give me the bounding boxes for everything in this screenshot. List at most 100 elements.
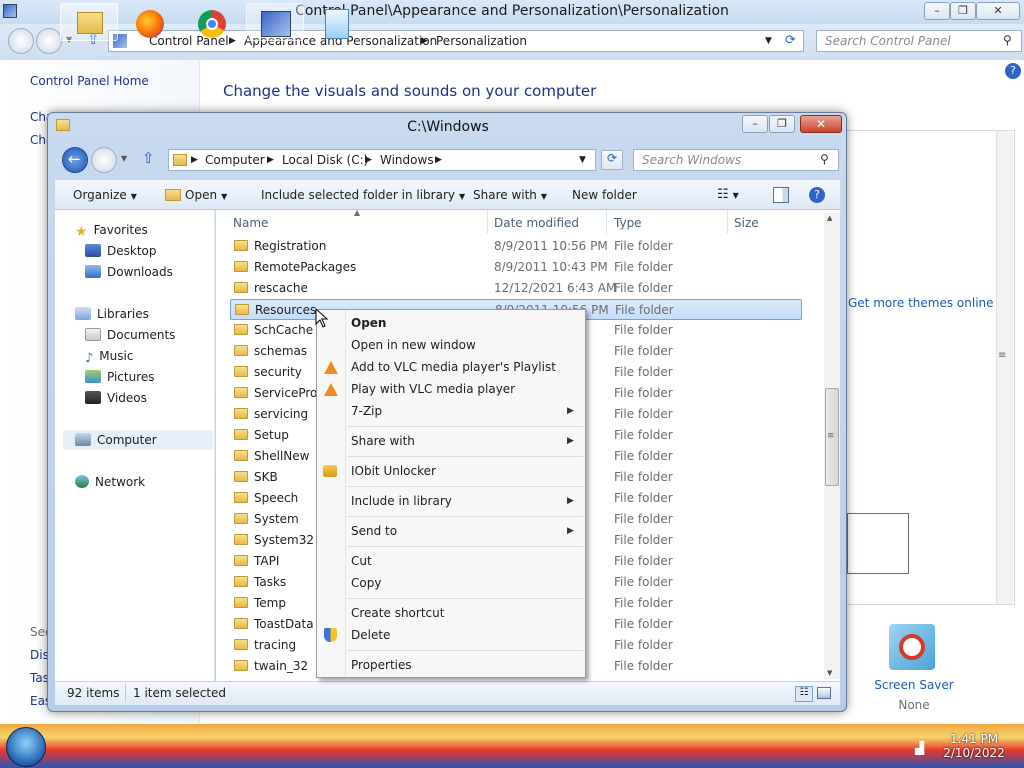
nav-documents[interactable]: Documents bbox=[85, 328, 175, 342]
column-header-name[interactable]: Name bbox=[233, 216, 268, 230]
view-options-icon[interactable]: ☷ ▼ bbox=[717, 187, 739, 202]
include-in-library-button[interactable]: Include selected folder in library ▼ bbox=[261, 188, 465, 202]
file-row[interactable]: rescache 12/12/2021 6:43 AM File folder bbox=[230, 278, 802, 299]
large-icons-view-icon[interactable] bbox=[817, 687, 831, 699]
search-icon[interactable]: ⚲ bbox=[1003, 33, 1012, 47]
taskbar-notepad-button[interactable] bbox=[308, 3, 366, 41]
breadcrumb-separator-icon[interactable]: ▶ bbox=[267, 155, 274, 165]
ex-recent-pages-icon[interactable]: ▼ bbox=[121, 154, 127, 163]
scroll-grip-icon[interactable]: ≡ bbox=[998, 350, 1006, 361]
menu-item-include-in-library[interactable]: Include in library bbox=[351, 494, 452, 508]
column-divider[interactable] bbox=[606, 210, 607, 234]
ex-close-button[interactable]: ✕ bbox=[800, 115, 842, 133]
menu-item-open[interactable]: Open bbox=[351, 316, 386, 330]
clock-date: 2/10/2022 bbox=[943, 746, 1005, 760]
menu-item-properties[interactable]: Properties bbox=[351, 658, 412, 672]
menu-item-create-shortcut[interactable]: Create shortcut bbox=[351, 606, 444, 620]
ex-breadcrumb-windows[interactable]: Windows bbox=[380, 153, 434, 167]
file-row[interactable]: Registration 8/9/2011 10:56 PM File folder bbox=[230, 236, 802, 257]
menu-item-cut[interactable]: Cut bbox=[351, 554, 372, 568]
ex-address-bar[interactable]: ▶ Computer ▶ Local Disk (C:) ▶ Windows ▶… bbox=[168, 149, 596, 171]
menu-item-open-new-window[interactable]: Open in new window bbox=[351, 338, 476, 352]
file-type: File folder bbox=[614, 596, 673, 610]
breadcrumb-separator-icon[interactable]: ▶ bbox=[435, 155, 442, 165]
taskbar-clock[interactable]: 1:41 PM 2/10/2022 bbox=[936, 732, 1012, 760]
nav-network[interactable]: Network bbox=[75, 475, 145, 489]
screen-saver-label[interactable]: Screen Saver bbox=[872, 678, 956, 692]
column-header-type[interactable]: Type bbox=[614, 216, 642, 230]
column-header-date[interactable]: Date modified bbox=[494, 216, 579, 230]
cp-restore-button[interactable]: ❐ bbox=[950, 2, 976, 20]
ex-minimize-button[interactable]: – bbox=[742, 115, 768, 133]
menu-item-7zip[interactable]: 7-Zip bbox=[351, 404, 382, 418]
breadcrumb-separator-icon[interactable]: ▶ bbox=[365, 155, 372, 165]
network-tray-icon[interactable]: ▟ bbox=[915, 741, 924, 755]
organize-button[interactable]: Organize ▼ bbox=[73, 188, 137, 202]
cp-refresh-icon[interactable]: ⟳ bbox=[785, 33, 796, 48]
scroll-down-icon[interactable]: ▼ bbox=[827, 669, 832, 677]
column-divider[interactable] bbox=[487, 210, 488, 234]
search-icon[interactable]: ⚲ bbox=[820, 152, 829, 166]
ex-refresh-icon[interactable]: ⟳ bbox=[601, 150, 623, 170]
share-with-button[interactable]: Share with ▼ bbox=[473, 188, 547, 202]
computer-icon bbox=[75, 433, 91, 446]
menu-item-vlc-add-playlist[interactable]: Add to VLC media player's Playlist bbox=[351, 360, 556, 374]
nav-downloads[interactable]: Downloads bbox=[85, 265, 173, 279]
ex-search-box[interactable]: Search Windows ⚲ bbox=[633, 149, 839, 171]
file-name: Speech bbox=[254, 491, 299, 505]
taskbar-firefox-button[interactable] bbox=[122, 3, 180, 41]
ex-forward-button[interactable] bbox=[91, 147, 117, 173]
folder-icon bbox=[234, 618, 248, 629]
breadcrumb-separator-icon[interactable]: ▶ bbox=[191, 155, 198, 165]
menu-item-share-with[interactable]: Share with bbox=[351, 434, 415, 448]
cp-home-link[interactable]: Control Panel Home bbox=[30, 74, 149, 88]
uac-shield-icon bbox=[324, 628, 337, 642]
cp-theme-scrollbar[interactable] bbox=[996, 131, 1013, 604]
ex-breadcrumb-local-disk[interactable]: Local Disk (C:) bbox=[282, 153, 368, 167]
menu-item-send-to[interactable]: Send to bbox=[351, 524, 397, 538]
nav-favorites[interactable]: ★ Favorites bbox=[75, 223, 148, 240]
cp-forward-button[interactable] bbox=[36, 28, 62, 54]
preview-pane-icon[interactable] bbox=[773, 187, 789, 203]
new-folder-button[interactable]: New folder bbox=[572, 188, 637, 202]
help-icon[interactable]: ? bbox=[809, 187, 825, 203]
ex-up-arrow-icon[interactable]: ⇧ bbox=[142, 149, 155, 167]
menu-item-delete[interactable]: Delete bbox=[351, 628, 390, 642]
breadcrumb-separator-icon[interactable]: ▶ bbox=[421, 36, 428, 46]
nav-videos[interactable]: Videos bbox=[85, 391, 147, 405]
scroll-up-icon[interactable]: ▲ bbox=[827, 214, 832, 222]
details-view-icon[interactable]: ☷ bbox=[795, 686, 813, 702]
ex-address-dropdown-icon[interactable]: ▼ bbox=[579, 155, 586, 165]
nav-desktop[interactable]: Desktop bbox=[85, 244, 157, 258]
nav-libraries[interactable]: Libraries bbox=[75, 307, 149, 321]
open-button[interactable]: Open ▼ bbox=[185, 188, 227, 202]
taskbar-control-panel-button[interactable] bbox=[246, 3, 304, 41]
cp-headline: Change the visuals and sounds on your co… bbox=[223, 82, 597, 100]
nav-music[interactable]: ♪ Music bbox=[85, 349, 133, 366]
cp-search-box[interactable]: Search Control Panel ⚲ bbox=[816, 30, 1022, 52]
get-more-themes-link[interactable]: Get more themes online bbox=[848, 296, 994, 310]
column-header-size[interactable]: Size bbox=[734, 216, 759, 230]
cp-minimize-button[interactable]: – bbox=[924, 2, 950, 20]
help-icon[interactable]: ? bbox=[1005, 63, 1021, 79]
taskbar-chrome-button[interactable] bbox=[184, 3, 242, 41]
ex-maximize-button[interactable]: ❐ bbox=[769, 115, 795, 133]
cp-close-button[interactable]: ✕ bbox=[976, 2, 1020, 20]
menu-item-vlc-play[interactable]: Play with VLC media player bbox=[351, 382, 515, 396]
scroll-grip-icon[interactable]: ≡ bbox=[827, 431, 835, 441]
file-row[interactable]: RemotePackages 8/9/2011 10:43 PM File fold… bbox=[230, 257, 802, 278]
cp-back-button[interactable] bbox=[8, 28, 34, 54]
cp-address-dropdown-icon[interactable]: ▼ bbox=[765, 36, 772, 46]
menu-item-copy[interactable]: Copy bbox=[351, 576, 381, 590]
menu-separator bbox=[347, 456, 583, 457]
ex-status-bar: 92 items 1 item selected ☷ bbox=[55, 681, 840, 705]
ex-breadcrumb-computer[interactable]: Computer bbox=[205, 153, 265, 167]
taskbar-explorer-button[interactable] bbox=[60, 3, 118, 41]
start-button[interactable] bbox=[6, 727, 46, 767]
menu-item-iobit-unlocker[interactable]: IObit Unlocker bbox=[351, 464, 436, 478]
nav-pictures[interactable]: Pictures bbox=[85, 370, 155, 384]
menu-separator bbox=[347, 516, 583, 517]
column-divider[interactable] bbox=[727, 210, 728, 234]
cp-breadcrumb-personalization[interactable]: Personalization bbox=[436, 34, 527, 48]
nav-computer[interactable]: Computer bbox=[75, 433, 157, 447]
